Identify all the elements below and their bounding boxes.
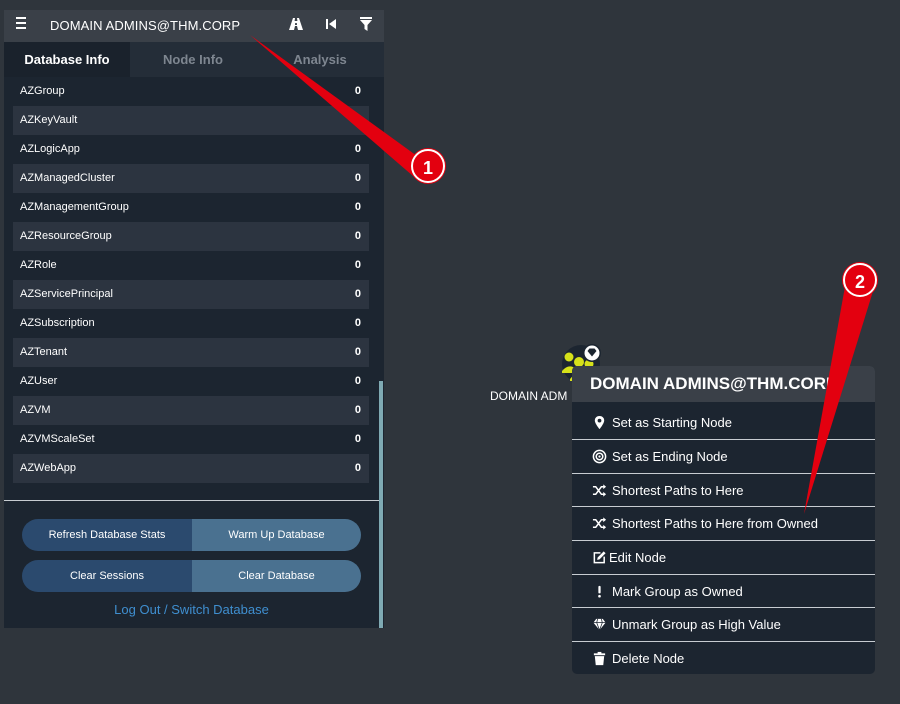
menu-item-label: Unmark Group as High Value xyxy=(612,617,781,632)
search-bar: DOMAIN ADMINS@THM.CORP xyxy=(4,10,384,42)
menu-item-label: Set as Starting Node xyxy=(612,415,732,430)
row-label: AZTenant xyxy=(20,346,68,358)
shuffle-icon xyxy=(592,484,607,497)
target-icon xyxy=(592,449,607,464)
tab-analysis[interactable]: Analysis xyxy=(256,42,384,77)
row-label: AZResourceGroup xyxy=(20,230,112,242)
table-row: AZRole 0 xyxy=(13,251,369,280)
tab-database-info[interactable]: Database Info xyxy=(4,42,130,77)
row-label: AZServicePrincipal xyxy=(20,288,113,300)
set-starting-node-item[interactable]: Set as Starting Node xyxy=(572,406,875,439)
row-label: AZKeyVault xyxy=(20,114,78,126)
row-count: 0 xyxy=(354,259,361,271)
row-label: AZVM xyxy=(20,404,51,416)
row-label: AZLogicApp xyxy=(20,143,80,155)
row-count: 0 xyxy=(354,375,361,387)
scrollbar[interactable] xyxy=(379,381,383,628)
node-context-menu: DOMAIN ADMINS@THM.CORP Set as Starting N… xyxy=(572,366,875,674)
table-row: AZSubscription 0 xyxy=(13,309,369,338)
table-row: AZManagementGroup 0 xyxy=(13,193,369,222)
table-row: AZManagedCluster 0 xyxy=(13,164,369,193)
row-count: 0 xyxy=(354,85,361,97)
clear-sessions-button[interactable]: Clear Sessions xyxy=(22,560,192,592)
row-count: 0 xyxy=(354,143,361,155)
shortest-paths-to-here-item[interactable]: Shortest Paths to Here xyxy=(572,473,875,506)
panel-tabs: Database Info Node Info Analysis xyxy=(4,42,384,77)
gem-icon xyxy=(593,618,606,632)
row-label: AZManagedCluster xyxy=(20,172,115,184)
map-pin-icon xyxy=(594,415,605,430)
shortest-paths-from-owned-item[interactable]: Shortest Paths to Here from Owned xyxy=(572,506,875,539)
table-row: AZTenant 0 xyxy=(13,338,369,367)
row-label: AZManagementGroup xyxy=(20,201,129,213)
row-label: AZRole xyxy=(20,259,57,271)
row-count: 0 xyxy=(354,462,361,474)
database-panel: DOMAIN ADMINS@THM.CORP Database Info Nod… xyxy=(4,10,384,628)
database-stats-table: AZGroup 0 AZKeyVault AZLogicApp 0 AZManagedCl… xyxy=(13,77,369,483)
table-row: AZVM 0 xyxy=(13,396,369,425)
row-count: 0 xyxy=(354,172,361,184)
menu-icon[interactable] xyxy=(16,17,26,29)
unmark-high-value-item[interactable]: Unmark Group as High Value xyxy=(572,607,875,640)
shuffle-icon xyxy=(592,517,607,530)
logout-link[interactable]: Log Out / Switch Database xyxy=(4,602,379,617)
menu-item-label: Edit Node xyxy=(609,550,667,565)
set-ending-node-item[interactable]: Set as Ending Node xyxy=(572,439,875,472)
clear-database-button[interactable]: Clear Database xyxy=(192,560,361,592)
row-count: 0 xyxy=(354,433,361,445)
row-label: AZUser xyxy=(20,375,58,387)
table-row: AZResourceGroup 0 xyxy=(13,222,369,251)
back-icon[interactable] xyxy=(323,16,339,32)
row-count: 0 xyxy=(354,201,361,213)
row-count: 0 xyxy=(354,230,361,242)
annotation-badge-1: 1 xyxy=(411,149,445,183)
row-label: AZWebApp xyxy=(20,462,77,474)
divider xyxy=(4,500,379,501)
row-label: AZVMScaleSet xyxy=(20,433,95,445)
table-row: AZKeyVault xyxy=(13,106,369,135)
menu-item-label: Mark Group as Owned xyxy=(612,584,743,599)
pathfinding-icon[interactable] xyxy=(288,16,304,32)
menu-item-label: Shortest Paths to Here xyxy=(612,483,744,498)
mark-group-owned-item[interactable]: Mark Group as Owned xyxy=(572,574,875,607)
trash-icon xyxy=(593,651,606,666)
table-row: AZServicePrincipal 0 xyxy=(13,280,369,309)
table-row: AZUser 0 xyxy=(13,367,369,396)
row-count: 0 xyxy=(354,288,361,300)
table-row: AZVMScaleSet 0 xyxy=(13,425,369,454)
table-row: AZGroup 0 xyxy=(13,77,369,106)
tab-node-info[interactable]: Node Info xyxy=(130,42,256,77)
exclamation-icon xyxy=(598,585,601,598)
edit-icon xyxy=(593,551,606,564)
table-row: AZWebApp 0 xyxy=(13,454,369,483)
row-count: 0 xyxy=(354,404,361,416)
node-label: DOMAIN ADM xyxy=(490,389,568,403)
menu-item-label: Delete Node xyxy=(612,651,685,666)
search-input[interactable]: DOMAIN ADMINS@THM.CORP xyxy=(50,18,240,33)
delete-node-item[interactable]: Delete Node xyxy=(572,641,875,674)
menu-item-label: Shortest Paths to Here from Owned xyxy=(612,516,818,531)
table-row: AZLogicApp 0 xyxy=(13,135,369,164)
row-count: 0 xyxy=(354,317,361,329)
row-label: AZSubscription xyxy=(20,317,95,329)
row-label: AZGroup xyxy=(20,85,65,97)
menu-item-label: Set as Ending Node xyxy=(612,449,728,464)
edit-node-item[interactable]: Edit Node xyxy=(572,540,875,573)
annotation-badge-2: 2 xyxy=(843,263,877,297)
context-menu-title: DOMAIN ADMINS@THM.CORP xyxy=(572,366,875,402)
row-count: 0 xyxy=(354,346,361,358)
filter-icon[interactable] xyxy=(358,16,374,32)
warm-up-database-button[interactable]: Warm Up Database xyxy=(192,519,361,551)
refresh-database-stats-button[interactable]: Refresh Database Stats xyxy=(22,519,192,551)
